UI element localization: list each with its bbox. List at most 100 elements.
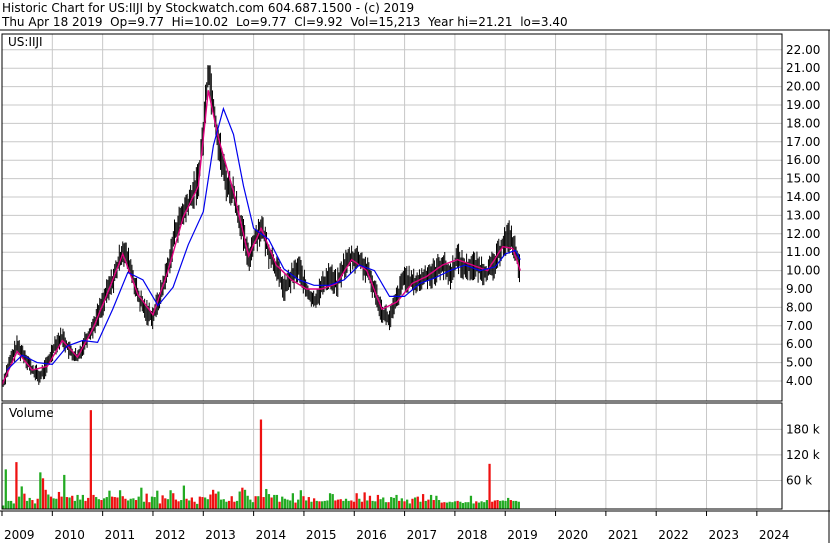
volume-bar — [259, 419, 263, 509]
year-tick-label: 2017 — [407, 528, 438, 542]
volume-bar — [60, 496, 63, 509]
volume-bar — [281, 496, 284, 509]
volume-bar — [174, 499, 178, 509]
volume-bar — [286, 499, 289, 509]
volume-bar — [95, 497, 98, 509]
volume-bar — [158, 503, 162, 509]
year-tick-label: 2020 — [558, 528, 589, 542]
volume-bar — [387, 502, 390, 509]
volume-bar — [126, 500, 130, 509]
volume-bar — [47, 494, 50, 509]
volume-bar — [501, 500, 504, 509]
volume-bar — [87, 497, 90, 509]
volume-bar — [198, 496, 201, 509]
volume-bar — [233, 501, 236, 509]
volume-bar — [148, 502, 151, 509]
volume-bar — [257, 496, 260, 509]
volume-bar — [100, 500, 103, 509]
volume-bar — [57, 491, 61, 509]
volume-bar — [246, 495, 249, 509]
price-tick-label: 21.00 — [786, 61, 820, 75]
volume-bar — [477, 502, 481, 509]
price-tick-label: 19.00 — [786, 98, 820, 112]
year-tick-label: 2015 — [306, 528, 337, 542]
volume-bar — [196, 503, 199, 509]
volume-bar — [222, 499, 225, 509]
volume-bar — [382, 497, 385, 509]
volume-bar — [113, 497, 116, 509]
volume-bar — [142, 501, 146, 509]
volume-bar — [347, 500, 350, 509]
volume-bar — [358, 498, 361, 509]
volume-bar — [20, 486, 23, 509]
volume-bar — [416, 496, 419, 509]
volume-bar — [368, 495, 372, 509]
volume-bar — [267, 494, 271, 509]
volume-bar — [124, 498, 127, 509]
price-tick-label: 8.00 — [786, 300, 813, 314]
volume-bar — [278, 501, 281, 509]
volume-bar — [225, 501, 228, 509]
volume-bar — [344, 498, 348, 509]
volume-bar — [254, 496, 257, 509]
volume-axis-labels: 60 k 120 k 180 k — [786, 422, 820, 487]
year-tick-label: 2023 — [709, 528, 740, 542]
volume-bar — [273, 494, 276, 509]
year-tick-label: 2021 — [608, 528, 639, 542]
volume-bar — [235, 500, 239, 509]
volume-bar — [31, 500, 34, 509]
ticker-label: US:IIJI — [8, 35, 43, 49]
volume-bar — [251, 502, 255, 509]
volume-bar — [336, 499, 340, 509]
volume-bar — [204, 497, 207, 509]
volume-bar — [243, 489, 247, 509]
volume-bar — [384, 502, 388, 509]
volume-label: Volume — [9, 406, 54, 420]
volume-bar — [453, 501, 457, 509]
volume-bar — [451, 502, 454, 509]
year-tick-label: 2009 — [4, 528, 35, 542]
volume-bar — [406, 499, 409, 509]
volume-bar — [23, 493, 26, 509]
volume-bar — [289, 500, 292, 509]
year-tick-label: 2011 — [105, 528, 136, 542]
volume-bar — [188, 500, 191, 509]
volume-bar — [352, 501, 356, 509]
volume-bar — [65, 497, 69, 509]
volume-bar — [395, 494, 398, 509]
volume-bar — [219, 499, 223, 509]
volume-bar — [81, 494, 85, 509]
volume-bar — [166, 499, 170, 509]
volume-bar — [326, 500, 329, 509]
volume-bar — [71, 495, 74, 509]
volume-bar — [217, 491, 220, 509]
volume-bar — [499, 500, 502, 509]
volume-bar — [227, 500, 231, 509]
volume-bar — [491, 501, 494, 509]
volume-bar — [33, 503, 37, 509]
price-grid — [1, 34, 782, 401]
volume-bar — [121, 496, 124, 509]
price-tick-label: 10.00 — [786, 264, 820, 278]
volume-bar — [164, 498, 167, 509]
volume-bar — [371, 500, 374, 509]
volume-bar — [49, 496, 53, 509]
volume-bar — [480, 501, 483, 509]
volume-bar — [185, 498, 188, 509]
price-tick-label: 13.00 — [786, 208, 820, 222]
volume-bar — [25, 500, 29, 509]
volume-bar — [103, 498, 106, 509]
volume-bar — [118, 490, 122, 509]
volume-bar — [265, 488, 268, 509]
volume-bar — [493, 500, 497, 509]
volume-bar — [150, 496, 154, 509]
volume-bar — [270, 497, 273, 509]
volume-bar — [169, 490, 172, 509]
moving-average-long — [6, 106, 521, 371]
volume-bar — [145, 493, 148, 509]
year-tick-label: 2024 — [759, 528, 790, 542]
volume-bar — [485, 500, 489, 509]
volume-bar — [15, 462, 18, 509]
volume-bar — [63, 474, 66, 509]
volume-bar — [28, 497, 31, 509]
